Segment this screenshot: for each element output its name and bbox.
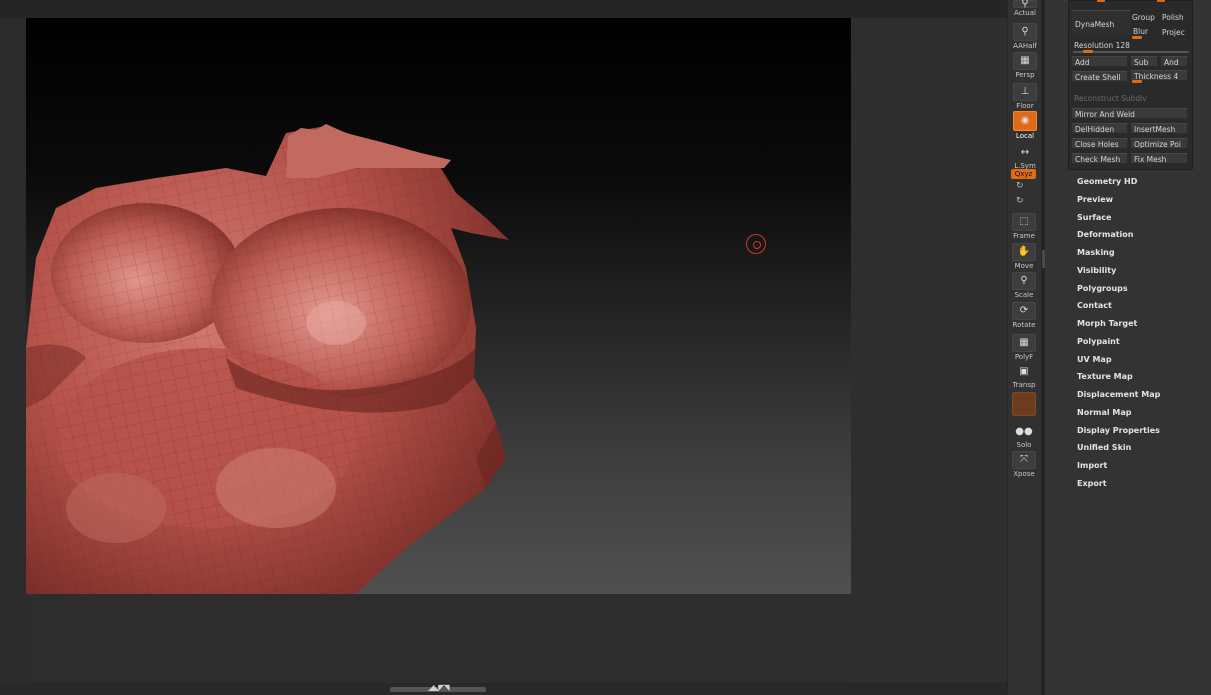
polyf-button[interactable]: ▦ PolyF	[1011, 334, 1037, 361]
solo-button[interactable]: ●● Solo	[1011, 424, 1037, 449]
move-button[interactable]: ✋ Move	[1011, 243, 1037, 270]
blur-slider[interactable]	[1132, 36, 1142, 39]
floor-label: Floor	[1016, 102, 1034, 110]
palette-tab-indicator	[1157, 0, 1165, 2]
dynamesh-button[interactable]: DynaMesh	[1071, 10, 1131, 36]
resolution-slider-knob[interactable]	[1083, 50, 1093, 53]
delhidden-button[interactable]: DelHidden	[1071, 123, 1128, 134]
transparency-icon: ▣	[1019, 366, 1029, 377]
scale-label: Scale	[1014, 291, 1034, 299]
lsym-button[interactable]: ↔ L.Sym	[1012, 145, 1038, 170]
tray-toggle-icon[interactable]: ◢◣◤◥	[428, 684, 450, 692]
frame-label: Frame	[1013, 232, 1035, 240]
floor-button[interactable]: ⊥ Floor	[1012, 83, 1038, 110]
optimize-points-button[interactable]: Optimize Poi	[1130, 138, 1188, 149]
geometry-subpalette: DynaMesh Group Polish Blur Projec Resolu…	[1068, 0, 1193, 170]
menu-item-texture-map[interactable]: Texture Map	[1077, 372, 1160, 390]
fix-mesh-button[interactable]: Fix Mesh	[1130, 153, 1188, 164]
xpose-icon: ⤧	[1012, 451, 1036, 469]
project-toggle[interactable]: Projec	[1162, 28, 1185, 37]
brush-cursor-icon	[746, 234, 766, 254]
polish-toggle[interactable]: Polish	[1162, 13, 1184, 22]
magnifier-icon: ⚲	[1013, 0, 1037, 9]
ghost-button[interactable]	[1011, 392, 1037, 417]
torso-model	[26, 124, 509, 594]
magnifier-icon: ⚲	[1013, 23, 1037, 41]
local-pivot-icon: ◉	[1013, 111, 1037, 131]
aahalf-label: AAHalf	[1013, 42, 1037, 50]
solo-spheres-icon: ●●	[1015, 426, 1033, 437]
left-margin	[0, 18, 26, 688]
canvas-viewport[interactable]	[26, 18, 851, 594]
and-button[interactable]: And	[1160, 56, 1188, 67]
menu-item-normal-map[interactable]: Normal Map	[1077, 408, 1160, 426]
ghost-icon	[1012, 392, 1036, 416]
transp-label: Transp	[1012, 381, 1036, 389]
menu-item-preview[interactable]: Preview	[1077, 195, 1160, 213]
rotate-button[interactable]: ⟳ Rotate	[1011, 302, 1037, 329]
rotate-y-icon[interactable]: ↻	[1016, 181, 1024, 191]
local-button[interactable]: ◉ Local	[1012, 111, 1038, 140]
menu-item-deformation[interactable]: Deformation	[1077, 230, 1160, 248]
close-holes-button[interactable]: Close Holes	[1071, 138, 1128, 149]
actual-label: Actual	[1014, 9, 1036, 17]
grid-perspective-icon: ▦	[1013, 52, 1037, 70]
menu-item-contact[interactable]: Contact	[1077, 301, 1160, 319]
menu-item-morph-target[interactable]: Morph Target	[1077, 319, 1160, 337]
move-label: Move	[1014, 262, 1034, 270]
frame-button[interactable]: ⬚ Frame	[1011, 213, 1037, 240]
symmetry-arrows-icon: ↔	[1020, 147, 1030, 158]
xpose-label: Xpose	[1013, 470, 1035, 478]
menu-item-surface[interactable]: Surface	[1077, 213, 1160, 231]
menu-item-export[interactable]: Export	[1077, 479, 1160, 497]
rotate-label: Rotate	[1012, 321, 1036, 329]
sub-button[interactable]: Sub	[1130, 56, 1158, 67]
group-toggle[interactable]: Group	[1132, 13, 1155, 22]
mirror-and-weld-button[interactable]: Mirror And Weld	[1071, 108, 1188, 119]
transp-button[interactable]: ▣ Transp	[1011, 364, 1037, 389]
solo-label: Solo	[1016, 441, 1032, 449]
viewport-side-area	[851, 18, 1007, 683]
menu-item-polygroups[interactable]: Polygroups	[1077, 284, 1160, 302]
menu-item-display-properties[interactable]: Display Properties	[1077, 426, 1160, 444]
bottom-tray	[0, 683, 1007, 695]
reconstruct-subdiv-button[interactable]: Reconstruct Subdiv	[1074, 94, 1147, 103]
check-mesh-button[interactable]: Check Mesh	[1071, 153, 1128, 164]
menu-item-unified-skin[interactable]: Unified Skin	[1077, 443, 1160, 461]
polyframe-grid-icon: ▦	[1012, 334, 1036, 352]
menu-item-polypaint[interactable]: Polypaint	[1077, 337, 1160, 355]
magnifier-icon: ⚲	[1012, 272, 1036, 290]
insertmesh-button[interactable]: InsertMesh	[1130, 123, 1188, 134]
menu-item-masking[interactable]: Masking	[1077, 248, 1160, 266]
blur-slider-label[interactable]: Blur	[1133, 27, 1148, 36]
rotate-z-icon[interactable]: ↻	[1016, 196, 1024, 206]
hand-move-icon: ✋	[1012, 243, 1036, 261]
aahalf-button[interactable]: ⚲ AAHalf	[1012, 23, 1038, 50]
resolution-slider-label[interactable]: Resolution 128	[1074, 41, 1130, 50]
polyf-label: PolyF	[1014, 353, 1034, 361]
create-shell-button[interactable]: Create Shell	[1071, 71, 1128, 82]
add-button[interactable]: Add	[1071, 56, 1128, 67]
floor-icon: ⊥	[1013, 83, 1037, 101]
rotate-icon: ⟳	[1012, 302, 1036, 320]
thickness-slider-knob[interactable]	[1132, 80, 1142, 83]
frame-icon: ⬚	[1012, 213, 1036, 231]
menu-item-visibility[interactable]: Visibility	[1077, 266, 1160, 284]
tool-subpalette-menu: Geometry HD Preview Surface Deformation …	[1077, 177, 1160, 497]
scale-button[interactable]: ⚲ Scale	[1011, 272, 1037, 299]
persp-label: Persp	[1015, 71, 1035, 79]
xyz-button[interactable]: Qxyz	[1011, 169, 1036, 179]
actual-button[interactable]: ⚲ Actual	[1012, 0, 1038, 17]
menu-item-geometry-hd[interactable]: Geometry HD	[1077, 177, 1160, 195]
local-label: Local	[1015, 132, 1035, 140]
persp-button[interactable]: ▦ Persp	[1012, 52, 1038, 79]
palette-tab-indicator	[1097, 0, 1105, 2]
top-toolbar	[0, 0, 1007, 19]
menu-item-uv-map[interactable]: UV Map	[1077, 355, 1160, 373]
menu-item-import[interactable]: Import	[1077, 461, 1160, 479]
menu-item-displacement-map[interactable]: Displacement Map	[1077, 390, 1160, 408]
xpose-button[interactable]: ⤧ Xpose	[1011, 451, 1037, 478]
